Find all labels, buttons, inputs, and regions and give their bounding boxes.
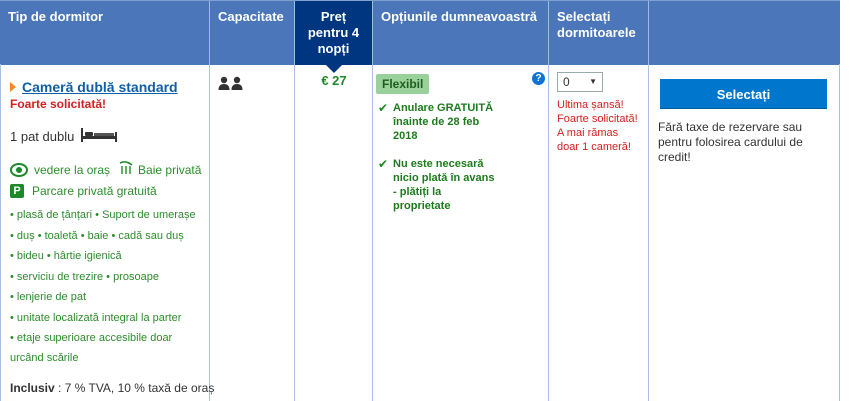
amenity-line: • plasă de țânțari • Suport de umerașe [10,209,196,221]
free-cancellation-option: ✔ Anulare GRATUITĂ înainte de 28 feb 201… [378,101,528,143]
warning-line: doar 1 cameră! [557,141,631,153]
warning-line: Ultima șansă! [557,99,624,111]
col-action [649,64,840,401]
header-action [649,1,840,65]
header-room-type: Tip de dormitor [0,1,210,65]
option-line: 2018 [393,130,418,142]
option-line: nicio plată în avans [393,172,495,184]
amenity-line: • etaje superioare accesibile doar [10,332,173,344]
amenity-line: • unitate localizată integral la parter [10,312,182,324]
warning-line: A mai rămas [557,127,619,139]
double-bed-icon [80,127,118,146]
room-quantity-select[interactable]: 0 ▼ [557,72,603,92]
select-button[interactable]: Selectați [660,79,827,109]
private-bathroom-icon [118,161,134,178]
option-line: Anulare GRATUITĂ [393,102,494,114]
col-price [295,64,373,401]
amenity-line: urcând scările [10,352,79,364]
city-view-label: vedere la oraș [34,162,111,177]
header-price: Preț pentru 4 nopți [295,1,373,73]
bed-label: 1 pat dublu [10,129,75,144]
header-select: Selectați dormitoarele [549,1,649,65]
header-price-line2: pentru 4 [307,25,360,40]
header-price-line3: nopți [317,41,350,56]
parking-label: Parcare privată gratuită [32,184,157,198]
parking-icon: P [10,184,24,198]
two-persons-icon [218,76,244,93]
included-text: : 7 % TVA, 10 % taxă de oraș [54,381,215,395]
amenity-line: • bideu • hârtie igienică [10,250,122,262]
header-price-line1: Preț [320,9,347,24]
bed-info: 1 pat dublu [10,127,118,146]
header-options: Opțiunile dumneavoastră [373,1,549,65]
high-demand-label: Foarte solicitată! [10,97,107,111]
amenity-line: • serviciu de trezire • prosoape [10,271,159,283]
option-line: proprietate [393,200,451,212]
no-fee-note: Fără taxe de rezervare sau pentru folosi… [658,120,803,164]
amenity-line: • lenjerie de pat [10,291,87,303]
header-select-line1: Selectați [557,9,611,24]
header-select-line2: dormitoarele [557,25,636,40]
included-taxes: Inclusiv : 7 % TVA, 10 % taxă de oraș [10,381,214,395]
city-view-icon [10,162,28,177]
checkmark-icon: ✔ [378,101,389,115]
col-capacity [210,64,295,401]
dropdown-caret-icon: ▼ [589,77,597,86]
flexible-badge: Flexibil [376,74,430,94]
header-capacity: Capacitate [210,1,295,65]
expand-triangle-icon [10,82,16,92]
facility-row-1: vedere la oraș Baie privată [10,161,201,178]
price-value: € 27 [321,73,347,88]
room-title-link[interactable]: Cameră dublă standard [22,79,178,95]
select-value: 0 [563,75,570,89]
no-prepayment-option: ✔ Nu este necesară nicio plată în avans … [378,157,528,213]
header-options-label: Opțiunile dumneavoastră [381,9,538,24]
included-label: Inclusiv [10,381,55,395]
header-capacity-label: Capacitate [218,9,284,24]
option-line: Nu este necesară [393,158,484,170]
private-bathroom-label: Baie privată [138,162,202,177]
table-header: Tip de dormitor Capacitate Preț pentru 4… [0,0,840,73]
help-icon[interactable]: ? [532,72,545,85]
room-title-row: Cameră dublă standard [10,79,178,95]
amenity-line: • duș • toaletă • baie • cadă sau duș [10,230,184,242]
option-line: - plătiți la [393,186,442,198]
option-line: înainte de 28 feb [393,116,480,128]
warning-line: Foarte solicitată! [557,113,638,125]
room-table: Tip de dormitor Capacitate Preț pentru 4… [0,0,850,401]
checkmark-icon: ✔ [378,157,389,171]
header-room-type-label: Tip de dormitor [8,9,104,24]
availability-warning: Ultima șansă! Foarte solicitată! A mai r… [557,98,647,154]
facility-row-2: P Parcare privată gratuită [10,184,157,198]
